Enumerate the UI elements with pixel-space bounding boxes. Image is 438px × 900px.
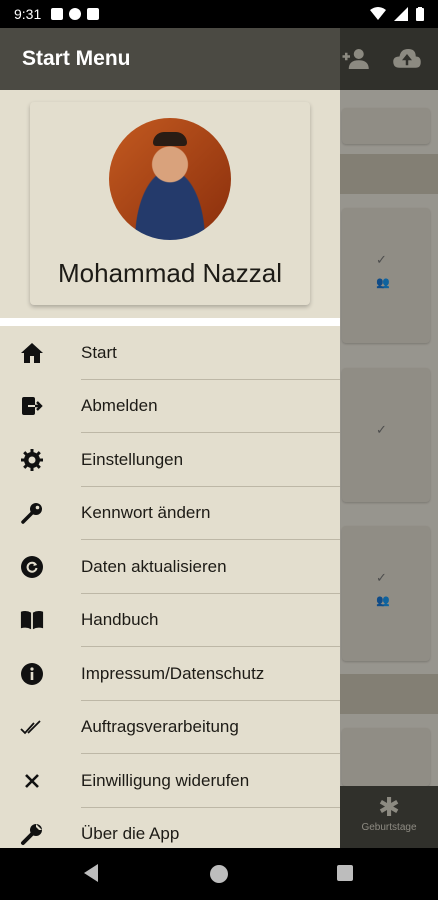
- home-icon: [20, 341, 44, 365]
- back-icon[interactable]: [84, 864, 98, 882]
- profile-card: Mohammad Nazzal: [30, 102, 310, 305]
- profile-area: Mohammad Nazzal: [0, 90, 340, 318]
- menu-item-manual[interactable]: Handbuch: [0, 594, 340, 647]
- menu-item-about-app[interactable]: Über die App: [0, 808, 340, 849]
- menu-item-label: Einstellungen: [81, 449, 184, 469]
- avatar-hair: [153, 132, 187, 146]
- menu-item-change-password[interactable]: Kennwort ändern: [0, 487, 340, 540]
- home-circle-icon[interactable]: [210, 865, 228, 883]
- menu-item-label: Kennwort ändern: [81, 503, 211, 523]
- wifi-icon: [370, 7, 386, 20]
- notification-icon: [87, 8, 100, 20]
- menu-item-label: Auftragsverarbeitung: [81, 717, 239, 737]
- drawer-header: Start Menu: [0, 28, 340, 90]
- menu-item-imprint-privacy[interactable]: Impressum/Datenschutz: [0, 647, 340, 701]
- info-icon: [20, 662, 44, 686]
- notification-icons: [51, 8, 100, 20]
- logout-icon: [20, 394, 44, 418]
- menu-item-label: Impressum/Datenschutz: [81, 663, 265, 683]
- drawer-title: Start Menu: [22, 47, 131, 70]
- menu-item-label: Handbuch: [81, 610, 159, 630]
- gear-icon: [20, 448, 44, 472]
- menu-item-settings[interactable]: Einstellungen: [0, 433, 340, 487]
- menu-item-logout[interactable]: Abmelden: [0, 380, 340, 433]
- system-icons: [370, 7, 424, 21]
- menu-item-label: Abmelden: [81, 396, 158, 416]
- profile-name: Mohammad Nazzal: [58, 258, 282, 288]
- status-bar: 9:31: [0, 0, 438, 28]
- menu-item-start[interactable]: Start: [0, 326, 340, 380]
- divider: [0, 318, 340, 326]
- drawer-menu: Start Abmelden Einstellungen Kennwort än…: [0, 326, 340, 848]
- menu-item-label: Einwilligung widerufen: [81, 770, 250, 790]
- menu-item-refresh-data[interactable]: Daten aktualisieren: [0, 540, 340, 594]
- navigation-drawer: Start Menu Mohammad Nazzal Start Abmelde…: [0, 28, 340, 848]
- menu-item-label: Start: [81, 342, 117, 362]
- notification-icon: [69, 8, 82, 20]
- signal-icon: [394, 7, 408, 21]
- notification-icon: [51, 8, 64, 20]
- close-icon: [20, 769, 44, 793]
- key-icon: [20, 501, 44, 525]
- battery-icon: [416, 7, 424, 21]
- menu-item-label: Über die App: [81, 824, 180, 844]
- menu-item-revoke-consent[interactable]: Einwilligung widerufen: [0, 754, 340, 808]
- menu-item-order-processing[interactable]: Auftragsverarbeitung: [0, 701, 340, 754]
- double-check-icon: [20, 715, 44, 739]
- book-icon: [20, 608, 44, 632]
- avatar: [109, 118, 231, 240]
- refresh-icon: [20, 555, 44, 579]
- recents-icon[interactable]: [337, 865, 353, 881]
- status-time: 9:31: [14, 6, 42, 22]
- menu-item-label: Daten aktualisieren: [81, 556, 227, 576]
- wrench-icon: [20, 822, 44, 846]
- system-nav-bar: [0, 848, 438, 900]
